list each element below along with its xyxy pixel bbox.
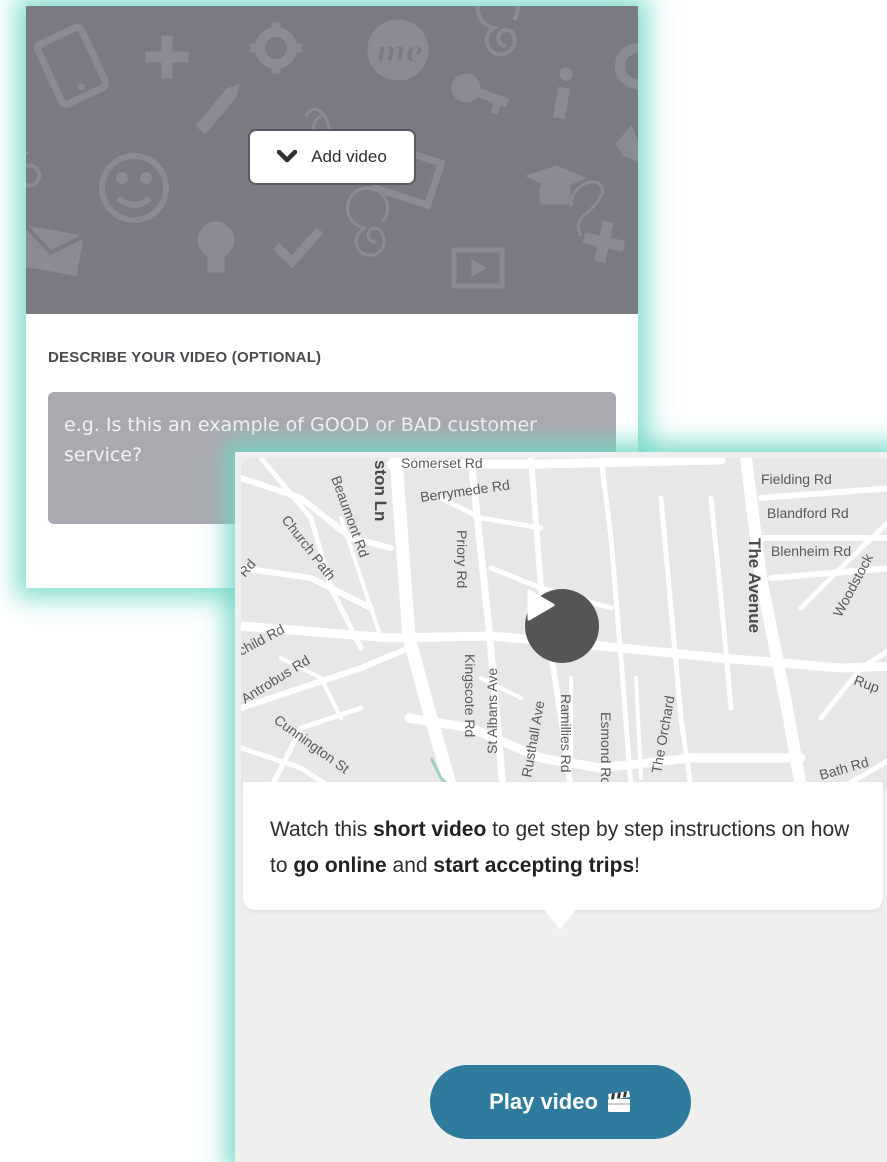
message-text-3: and	[386, 854, 434, 877]
plus-right-icon	[582, 220, 626, 264]
play-video-button[interactable]: Play video	[430, 1065, 691, 1139]
tablet-icon	[34, 23, 110, 108]
lightbulb-icon	[197, 221, 235, 273]
speech-bubble-pointer	[543, 908, 577, 930]
pencil-icon	[195, 83, 240, 135]
key-icon	[451, 73, 510, 115]
squiggle-right-icon	[569, 180, 605, 237]
instruction-message: Watch this short video to get step by st…	[243, 782, 883, 910]
play-video-label: Play video	[489, 1089, 598, 1114]
map-label-esmond: Esmond Rd	[598, 712, 614, 785]
map-label-ramillies: Ramillies Rd	[558, 694, 574, 773]
check-icon	[272, 227, 324, 269]
map-label-blenheim: Blenheim Rd	[771, 543, 851, 559]
me-badge-icon: me	[367, 19, 429, 81]
map-play-button[interactable]	[525, 589, 599, 663]
star-icon	[615, 125, 638, 162]
clapperboard-icon	[607, 1091, 630, 1112]
add-video-label: Add video	[311, 147, 387, 166]
video-frame-icon	[451, 247, 505, 289]
graduation-cap-icon	[524, 165, 588, 205]
message-text-4: !	[634, 854, 640, 877]
add-video-button[interactable]: Add video	[248, 129, 416, 185]
message-bold-short-video: short video	[373, 818, 487, 841]
gear-edge-icon	[615, 43, 638, 89]
map-label-fielding: Fielding Rd	[761, 471, 832, 487]
map-label-priory: Priory Rd	[454, 530, 470, 588]
message-text-1: Watch this	[270, 818, 374, 841]
map-label-blandford: Blandford Rd	[767, 505, 849, 521]
spiral-left-icon	[26, 150, 42, 188]
map-label-st-albans: St Albans Ave	[484, 668, 500, 754]
map-label-ston-ln: ston Ln	[371, 460, 390, 521]
video-tutorial-card: Somerset Rd Berrymede Rd Fielding Rd Bla…	[235, 452, 887, 1162]
me-badge-text: me	[376, 35, 423, 68]
info-icon	[552, 67, 573, 120]
plus-icon	[145, 35, 189, 79]
gear-icon	[250, 22, 302, 74]
spiral-mid-icon	[346, 186, 390, 257]
map-label-the-avenue: The Avenue	[745, 538, 764, 633]
smiley-icon	[99, 153, 169, 223]
message-bold-start-accepting: start accepting trips	[433, 854, 635, 877]
spiral-icon	[475, 6, 520, 57]
video-upload-banner[interactable]: me Add video	[26, 6, 638, 314]
map-thumbnail[interactable]: Somerset Rd Berrymede Rd Fielding Rd Bla…	[241, 458, 887, 788]
message-bold-go-online: go online	[293, 854, 387, 877]
chevron-down-icon	[277, 150, 298, 163]
envelope-icon	[26, 224, 85, 277]
map-label-somerset: Somerset Rd	[401, 458, 483, 471]
describe-video-label: DESCRIBE YOUR VIDEO (OPTIONAL)	[48, 349, 322, 366]
map-label-kingscote: Kingscote Rd	[462, 654, 478, 737]
play-icon	[527, 589, 555, 621]
